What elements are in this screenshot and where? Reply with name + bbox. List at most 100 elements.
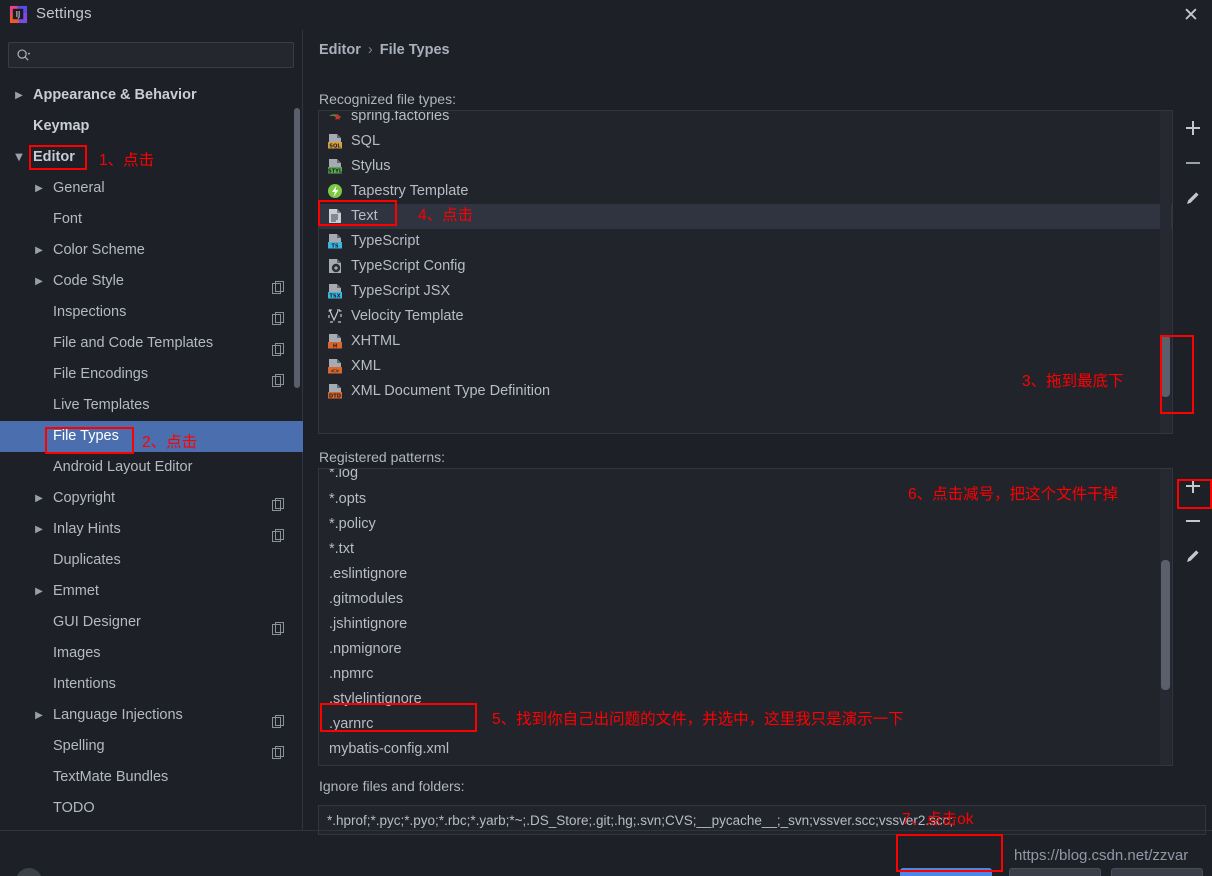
ignore-files-label: Ignore files and folders:: [319, 778, 465, 794]
recognized-file-types-label: Recognized file types:: [319, 91, 456, 107]
remove-pattern-button[interactable]: [1175, 503, 1211, 538]
sidebar-item-code-style[interactable]: ▶ Code Style: [0, 266, 303, 297]
pattern-row[interactable]: mybatis-config.xml: [319, 737, 1172, 762]
sidebar-item-label: Keymap: [33, 118, 90, 134]
apply-button[interactable]: Apply: [1111, 868, 1203, 876]
edit-file-type-button[interactable]: [1175, 180, 1211, 215]
sidebar-item-android-layout-editor[interactable]: Android Layout Editor: [0, 452, 303, 483]
chevron-right-icon[interactable]: ▶: [12, 80, 26, 111]
file-type-name: TypeScript Config: [351, 258, 466, 274]
copy-settings-icon[interactable]: [272, 368, 285, 387]
registered-toolbar: [1175, 468, 1211, 573]
sidebar-item-appearance-behavior[interactable]: ▶ Appearance & Behavior: [0, 80, 303, 111]
pattern-name: *.log: [329, 469, 359, 481]
file-type-row[interactable]: Velocity Template: [319, 304, 1172, 329]
sidebar-item-label: Emmet: [53, 583, 99, 599]
sidebar-item-todo[interactable]: TODO: [0, 793, 303, 824]
annotation-step-2: 2、点击: [142, 434, 198, 451]
recognized-scrollbar-thumb[interactable]: [1161, 335, 1170, 397]
chevron-right-icon[interactable]: ▶: [32, 173, 46, 204]
remove-file-type-button[interactable]: [1175, 145, 1211, 180]
add-file-type-button[interactable]: [1175, 110, 1211, 145]
sidebar-item-gui-designer[interactable]: GUI Designer: [0, 607, 303, 638]
chevron-right-icon[interactable]: ▶: [32, 514, 46, 545]
sidebar-scrollbar-thumb[interactable]: [294, 108, 300, 388]
sidebar-divider: [0, 830, 303, 831]
copy-settings-icon[interactable]: [272, 709, 285, 728]
file-type-row[interactable]: spring.factories: [319, 111, 1172, 129]
edit-pattern-button[interactable]: [1175, 538, 1211, 573]
file-type-row[interactable]: TS TypeScript: [319, 229, 1172, 254]
search-field[interactable]: [8, 42, 294, 68]
file-type-row[interactable]: Tapestry Template: [319, 179, 1172, 204]
sidebar-item-duplicates[interactable]: Duplicates: [0, 545, 303, 576]
sidebar-item-images[interactable]: Images: [0, 638, 303, 669]
copy-settings-icon[interactable]: [272, 492, 285, 511]
close-icon[interactable]: ✕: [1178, 3, 1204, 27]
chevron-right-icon[interactable]: ▶: [32, 483, 46, 514]
file-type-row[interactable]: TypeScript Config: [319, 254, 1172, 279]
chevron-right-icon[interactable]: ▶: [32, 576, 46, 607]
sidebar-item-emmet[interactable]: ▶ Emmet: [0, 576, 303, 607]
sidebar-item-keymap[interactable]: Keymap: [0, 111, 303, 142]
file-type-name: XML: [351, 358, 381, 374]
copy-settings-icon[interactable]: [272, 337, 285, 356]
pattern-row[interactable]: *.txt: [319, 537, 1172, 562]
sidebar-item-copyright[interactable]: ▶ Copyright: [0, 483, 303, 514]
copy-settings-icon[interactable]: [272, 740, 285, 759]
breadcrumb: Editor › File Types: [319, 42, 450, 58]
copy-settings-icon[interactable]: [272, 306, 285, 325]
sidebar-item-spelling[interactable]: Spelling: [0, 731, 303, 762]
pattern-name: .yarnrc: [329, 716, 374, 732]
tapestry-icon: [327, 183, 343, 199]
search-input[interactable]: [37, 43, 289, 67]
pattern-name: .gitmodules: [329, 591, 404, 607]
copy-settings-icon[interactable]: [272, 616, 285, 635]
sidebar-item-font[interactable]: Font: [0, 204, 303, 235]
sidebar-item-label: Inlay Hints: [53, 521, 121, 537]
copy-settings-icon[interactable]: [272, 275, 285, 294]
ok-button[interactable]: OK: [900, 868, 992, 876]
plus-icon: [1186, 121, 1200, 135]
add-pattern-button[interactable]: [1175, 468, 1211, 503]
chevron-right-icon[interactable]: ▶: [32, 235, 46, 266]
chevron-down-icon[interactable]: ▼: [12, 142, 26, 173]
chevron-right-icon[interactable]: ▶: [32, 266, 46, 297]
file-type-row[interactable]: H XHTML: [319, 329, 1172, 354]
file-type-name: Velocity Template: [351, 308, 464, 324]
pattern-row[interactable]: *.policy: [319, 512, 1172, 537]
sidebar-item-file-encodings[interactable]: File Encodings: [0, 359, 303, 390]
sidebar-item-file-and-code-templates[interactable]: File and Code Templates: [0, 328, 303, 359]
breadcrumb-parent[interactable]: Editor: [319, 42, 361, 58]
sidebar-item-color-scheme[interactable]: ▶ Color Scheme: [0, 235, 303, 266]
sidebar-item-inspections[interactable]: Inspections: [0, 297, 303, 328]
registered-scrollbar-thumb[interactable]: [1161, 560, 1170, 690]
file-type-row[interactable]: STYL Stylus: [319, 154, 1172, 179]
cancel-button[interactable]: Cancel: [1009, 868, 1101, 876]
sidebar-item-general[interactable]: ▶ General: [0, 173, 303, 204]
chevron-right-icon[interactable]: ▶: [32, 700, 46, 731]
pattern-row[interactable]: .npmignore: [319, 637, 1172, 662]
sidebar-item-inlay-hints[interactable]: ▶ Inlay Hints: [0, 514, 303, 545]
minus-icon: [1186, 520, 1200, 522]
sidebar-item-label: GUI Designer: [53, 614, 141, 630]
pattern-row[interactable]: .gitmodules: [319, 587, 1172, 612]
search-icon: [17, 49, 31, 61]
file-type-row[interactable]: SQL SQL: [319, 129, 1172, 154]
sidebar-item-textmate-bundles[interactable]: TextMate Bundles: [0, 762, 303, 793]
pattern-row[interactable]: .eslintignore: [319, 562, 1172, 587]
pattern-row[interactable]: .jshintignore: [319, 612, 1172, 637]
help-button[interactable]: ?: [16, 868, 42, 876]
sidebar-item-live-templates[interactable]: Live Templates: [0, 390, 303, 421]
sidebar-item-language-injections[interactable]: ▶ Language Injections: [0, 700, 303, 731]
sidebar-item-label: Language Injections: [53, 707, 183, 723]
settings-tree[interactable]: ▶ Appearance & Behavior Keymap ▼ Editor ▶ Gene…: [0, 80, 303, 828]
copy-settings-icon[interactable]: [272, 523, 285, 542]
pattern-row[interactable]: .npmrc: [319, 662, 1172, 687]
file-type-row[interactable]: TSX TypeScript JSX: [319, 279, 1172, 304]
sql-file-icon: SQL: [327, 133, 343, 150]
sidebar-item-intentions[interactable]: Intentions: [0, 669, 303, 700]
